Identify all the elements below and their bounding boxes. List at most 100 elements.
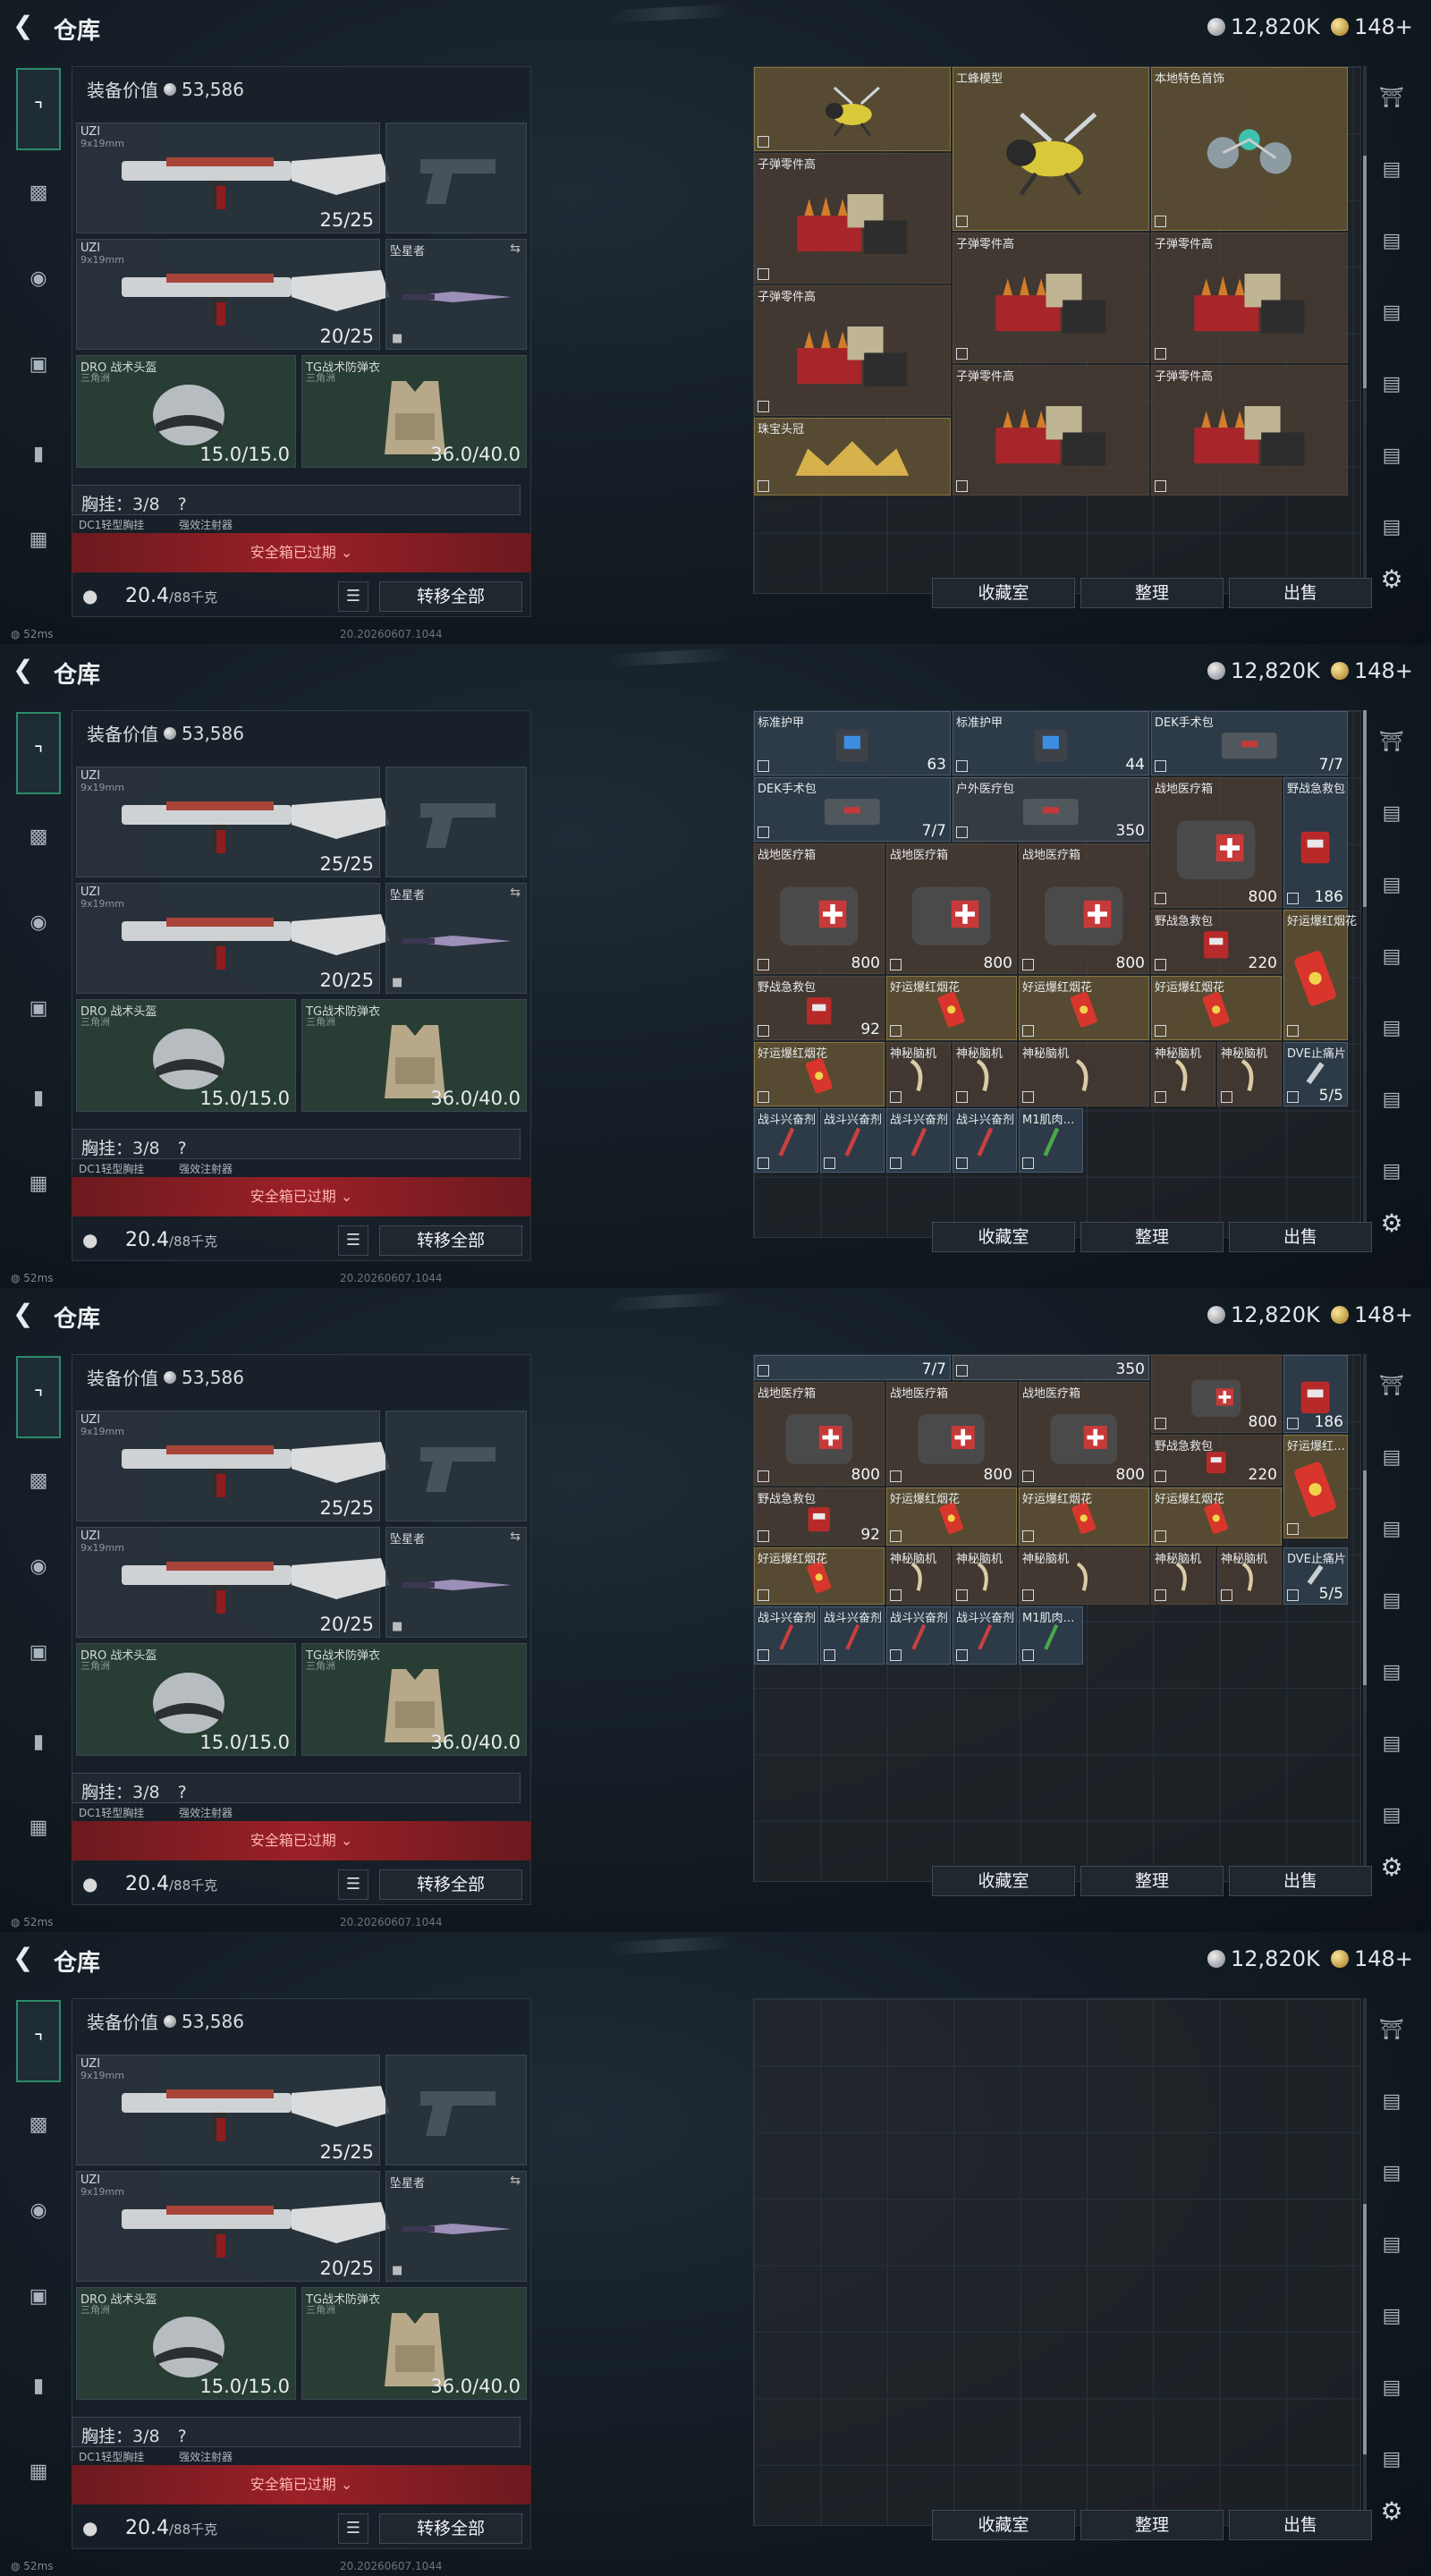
gold-currency[interactable]: 148+ — [1331, 1946, 1413, 1971]
help-icon[interactable]: ? — [178, 1783, 187, 1802]
pin-icon[interactable] — [1022, 1157, 1034, 1169]
gold-currency[interactable]: 148+ — [1331, 1302, 1413, 1327]
storage-page-icon[interactable]: ▤ — [1376, 1585, 1408, 1617]
swap-icon[interactable]: ⇆ — [510, 1530, 521, 1544]
vault-icon[interactable]: ⛩ — [1376, 2014, 1408, 2046]
pin-icon[interactable] — [1022, 1470, 1034, 1482]
rig-item[interactable]: DC1轻型胸挂 — [79, 517, 144, 532]
chest-rig-bar[interactable]: 胸挂：3/8 ? — [72, 1773, 521, 1803]
list-view-icon[interactable]: ☰ — [338, 2513, 368, 2544]
primary-weapon-slot[interactable]: UZI 9x19mm 25/25 — [76, 123, 390, 233]
pin-icon[interactable] — [890, 1648, 902, 1661]
tab-backpack[interactable]: ▣ — [16, 991, 61, 1027]
storage-page-icon[interactable]: ▤ — [1376, 1084, 1408, 1116]
inventory-item[interactable]: 好运爆红烟花 — [1019, 976, 1149, 1040]
inventory-item[interactable]: 野战急救包 92 — [754, 976, 885, 1040]
tab-armor[interactable]: ▩ — [16, 819, 61, 855]
pin-icon[interactable] — [758, 1530, 769, 1542]
inventory-item[interactable]: 本地特色首饰 — [1151, 67, 1348, 231]
sell-button[interactable]: 出售 — [1229, 1866, 1372, 1896]
list-view-icon[interactable]: ☰ — [338, 1869, 368, 1900]
pin-icon[interactable] — [956, 1589, 968, 1602]
pin-icon[interactable] — [1287, 1025, 1299, 1037]
inventory-item[interactable]: 子弹零件高 — [1151, 233, 1348, 363]
sidearm-slot[interactable] — [385, 1411, 527, 1521]
pin-icon[interactable] — [1155, 216, 1166, 227]
storage-page-icon[interactable]: ▤ — [1376, 1513, 1408, 1546]
pin-icon[interactable] — [1287, 893, 1299, 904]
armor-slot[interactable]: TG战术防弹衣 三角洲 36.0/40.0 — [301, 999, 527, 1112]
pin-icon[interactable] — [758, 136, 769, 148]
pin-icon[interactable] — [1155, 348, 1166, 360]
inventory-item[interactable]: 战斗兴奋剂 — [754, 1606, 818, 1665]
tab-case[interactable]: ▦ — [16, 1810, 61, 1846]
pin-icon[interactable] — [1155, 1025, 1166, 1037]
safe-box-expired-warning[interactable]: 安全箱已过期 ⌄ — [72, 1821, 531, 1860]
inventory-item[interactable]: 战斗兴奋剂 — [754, 1108, 818, 1173]
inventory-item[interactable]: 神秘脑机 — [1217, 1546, 1282, 1606]
warehouse-grid[interactable] — [753, 1998, 1361, 2526]
tab-backpack[interactable]: ▣ — [16, 347, 61, 383]
rig-item[interactable]: 强效注射器 — [179, 1161, 233, 1176]
help-icon[interactable]: ? — [178, 2427, 187, 2446]
pin-icon[interactable] — [1022, 1589, 1034, 1602]
pin-icon[interactable] — [758, 1648, 769, 1661]
inventory-item[interactable]: 战地医疗箱 800 — [754, 843, 885, 974]
tab-weapons[interactable]: ⌝ — [16, 68, 61, 150]
helmet-slot[interactable]: DRO 战术头盔 三角洲 15.0/15.0 — [76, 1643, 296, 1756]
melee-slot[interactable]: 坠星者 ⇆ ■ — [385, 883, 527, 994]
tab-weapons[interactable]: ⌝ — [16, 712, 61, 794]
inventory-item[interactable]: 子弹零件高 — [953, 365, 1149, 496]
pin-icon[interactable] — [956, 1091, 968, 1103]
collection-button[interactable]: 收藏室 — [932, 1866, 1075, 1896]
secondary-weapon-slot[interactable]: UZI 9x19mm 20/25 — [76, 1527, 390, 1638]
arrange-button[interactable]: 整理 — [1080, 578, 1224, 608]
tab-weapons[interactable]: ⌝ — [16, 2000, 61, 2082]
storage-page-icon[interactable]: ▤ — [1376, 2157, 1408, 2190]
pin-icon[interactable] — [758, 760, 769, 772]
tab-consumables[interactable]: ▮ — [16, 2368, 61, 2404]
gold-currency[interactable]: 148+ — [1331, 14, 1413, 39]
storage-page-icon[interactable]: ▤ — [1376, 1728, 1408, 1760]
rig-item[interactable]: DC1轻型胸挂 — [79, 1161, 144, 1176]
storage-page-icon[interactable]: ▤ — [1376, 225, 1408, 258]
sell-button[interactable]: 出售 — [1229, 2510, 1372, 2540]
primary-weapon-slot[interactable]: UZI 9x19mm 25/25 — [76, 767, 390, 877]
warehouse-scrollbar[interactable] — [1363, 66, 1367, 594]
inventory-item[interactable]: 子弹零件高 — [754, 153, 951, 284]
gear-icon[interactable]: ⚙ — [1377, 1209, 1406, 1238]
pin-icon[interactable] — [890, 1157, 902, 1169]
tab-consumables[interactable]: ▮ — [16, 1080, 61, 1116]
transfer-all-button[interactable]: 转移全部 — [379, 1225, 522, 1256]
collection-button[interactable]: 收藏室 — [932, 1222, 1075, 1252]
tab-weapons[interactable]: ⌝ — [16, 1356, 61, 1438]
melee-slot[interactable]: 坠星者 ⇆ ■ — [385, 1527, 527, 1638]
tab-helmet[interactable]: ◉ — [16, 905, 61, 941]
tab-consumables[interactable]: ▮ — [16, 1724, 61, 1760]
vault-icon[interactable]: ⛩ — [1376, 1370, 1408, 1402]
pin-icon[interactable] — [956, 1364, 968, 1377]
gear-icon[interactable]: ⚙ — [1377, 2497, 1406, 2526]
storage-page-icon[interactable]: ▤ — [1376, 798, 1408, 830]
scroll-thumb[interactable] — [1363, 710, 1367, 907]
pin-icon[interactable] — [956, 480, 968, 492]
inventory-item[interactable]: 战斗兴奋剂 — [820, 1606, 885, 1665]
pin-icon[interactable] — [890, 1589, 902, 1602]
pin-icon[interactable] — [1022, 959, 1034, 970]
inventory-item[interactable]: 战斗兴奋剂 — [820, 1108, 885, 1173]
inventory-item[interactable]: 神秘脑机 — [1151, 1546, 1215, 1606]
tab-case[interactable]: ▦ — [16, 522, 61, 558]
pin-icon[interactable] — [1155, 1470, 1166, 1482]
pin-icon[interactable] — [1022, 1530, 1034, 1542]
pin-icon[interactable] — [890, 959, 902, 970]
armor-slot[interactable]: TG战术防弹衣 三角洲 36.0/40.0 — [301, 355, 527, 468]
inventory-item[interactable]: 子弹零件高 — [953, 233, 1149, 363]
inventory-item[interactable]: DVE止痛片 5/5 — [1283, 1042, 1348, 1106]
storage-page-icon[interactable]: ▤ — [1376, 2301, 1408, 2333]
sidearm-slot[interactable] — [385, 123, 527, 233]
inventory-item[interactable]: 好运爆红… — [1283, 1434, 1348, 1539]
storage-page-icon[interactable]: ▤ — [1376, 1156, 1408, 1188]
inventory-item[interactable]: 神秘脑机 — [1217, 1042, 1282, 1106]
inventory-item[interactable]: 战地医疗箱 800 — [1019, 1381, 1149, 1486]
tab-armor[interactable]: ▩ — [16, 1463, 61, 1499]
